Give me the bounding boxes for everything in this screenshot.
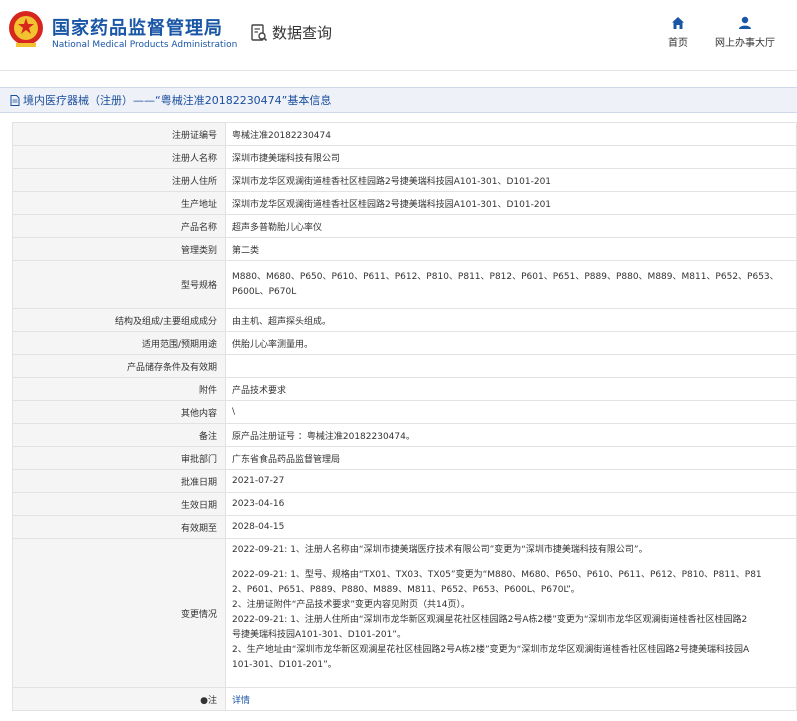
- field-label: 注册证编号: [12, 122, 226, 146]
- table-row: 审批部门 广东省食品药品监督管理局: [12, 446, 797, 470]
- field-value: 2021-07-27: [225, 469, 797, 493]
- field-label: 注册人住所: [12, 168, 226, 192]
- detail-link[interactable]: 详情: [232, 696, 250, 706]
- table-row: 产品名称 超声多普勒胎儿心率仪: [12, 214, 797, 238]
- table-row: 结构及组成/主要组成成分 由主机、超声探头组成。: [12, 308, 797, 332]
- table-row: 注册人名称 深圳市捷美瑞科技有限公司: [12, 145, 797, 169]
- table-row: 备注 原产品注册证号 ：粤械注准20182230474。: [12, 423, 797, 447]
- user-icon: [739, 16, 751, 29]
- nav-online-office[interactable]: 网上办事大厅: [710, 16, 780, 49]
- nav-home[interactable]: 首页: [643, 16, 713, 49]
- gap: [232, 673, 790, 683]
- document-icon: [10, 94, 20, 106]
- change-entry-3a: 2022-09-21: 1、注册人住所由“深圳市龙华新区观澜星花社区桂园路2号A…: [232, 615, 748, 625]
- field-label: 注册人名称: [12, 145, 226, 169]
- models-line-1: M880、M680、P650、P610、P611、P612、P810、P811、…: [232, 271, 779, 282]
- site-header: 国家药品监督管理局 National Medical Products Admi…: [0, 0, 797, 71]
- national-emblem-icon: [9, 11, 43, 47]
- field-value: 供胎儿心率测量用。: [225, 331, 797, 355]
- field-label: 其他内容: [12, 400, 226, 424]
- change-entry-3c: 2、生产地址由“深圳市龙华新区观澜星花社区桂园路2号A栋2楼”变更为“深圳市龙华…: [232, 645, 750, 655]
- field-value: 详情: [225, 687, 797, 711]
- field-label: 型号规格: [12, 260, 226, 309]
- table-row: 生效日期 2023-04-16: [12, 492, 797, 516]
- table-row: 附件 产品技术要求: [12, 377, 797, 401]
- table-row: 适用范围/预期用途 供胎儿心率测量用。: [12, 331, 797, 355]
- field-label: 管理类别: [12, 237, 226, 261]
- field-value: 由主机、超声探头组成。: [225, 308, 797, 332]
- field-value: 深圳市捷美瑞科技有限公司: [225, 145, 797, 169]
- detail-table-wrap: 注册证编号 粤械注准20182230474 注册人名称 深圳市捷美瑞科技有限公司…: [12, 122, 797, 711]
- field-value: M880、M680、P650、P610、P611、P612、P810、P811、…: [225, 260, 797, 309]
- field-value: [225, 354, 797, 378]
- table-row: 注册证编号 粤械注准20182230474: [12, 122, 797, 146]
- data-query-label: 数据查询: [272, 24, 333, 42]
- change-entry-2b: 2、P601、P651、P889、P880、M889、M811、P652、P65…: [232, 585, 580, 595]
- home-icon: [672, 17, 684, 29]
- detail-table: 注册证编号 粤械注准20182230474 注册人名称 深圳市捷美瑞科技有限公司…: [12, 122, 797, 711]
- table-row: 批准日期 2021-07-27: [12, 469, 797, 493]
- data-query-icon: [251, 23, 268, 41]
- field-label: 审批部门: [12, 446, 226, 470]
- table-row: ●注 详情: [12, 687, 797, 711]
- field-value: 2022-09-21: 1、注册人名称由“深圳市捷美瑞医疗技术有限公司”变更为“…: [225, 538, 797, 688]
- field-value: 第二类: [225, 237, 797, 261]
- org-name-en: National Medical Products Administration: [52, 40, 238, 50]
- field-label: 变更情况: [12, 538, 226, 688]
- field-value: 2023-04-16: [225, 492, 797, 516]
- field-value: 2028-04-15: [225, 515, 797, 539]
- spacer: [0, 71, 797, 87]
- change-entry-2c: 2、注册证附件“产品技术要求”变更内容见附页（共14页）。: [232, 600, 471, 610]
- field-value: 粤械注准20182230474: [225, 122, 797, 146]
- table-row: 其他内容 \: [12, 400, 797, 424]
- field-value: 产品技术要求: [225, 377, 797, 401]
- field-label: 生产地址: [12, 191, 226, 215]
- field-label: 结构及组成/主要组成成分: [12, 308, 226, 332]
- change-entry-3b: 号捷美瑞科技园A101-301、D101-201”。: [232, 630, 406, 640]
- change-entry-3d: 101-301、D101-201”。: [232, 660, 337, 670]
- field-label: 产品名称: [12, 214, 226, 238]
- field-value: \: [225, 400, 797, 424]
- models-line-2: P600L、P670L: [232, 286, 297, 297]
- page-title-bar: 境内医疗器械（注册）——“粤械注准20182230474”基本信息: [0, 87, 797, 113]
- org-name-cn: 国家药品监督管理局: [52, 18, 223, 39]
- field-value: 超声多普勒胎儿心率仪: [225, 214, 797, 238]
- field-label: 生效日期: [12, 492, 226, 516]
- field-label: 产品储存条件及有效期: [12, 354, 226, 378]
- field-label: 适用范围/预期用途: [12, 331, 226, 355]
- field-value: 深圳市龙华区观澜街道桂香社区桂园路2号捷美瑞科技园A101-301、D101-2…: [225, 168, 797, 192]
- table-row: 变更情况 2022-09-21: 1、注册人名称由“深圳市捷美瑞医疗技术有限公司…: [12, 538, 797, 688]
- table-row: 注册人住所 深圳市龙华区观澜街道桂香社区桂园路2号捷美瑞科技园A101-301、…: [12, 168, 797, 192]
- field-label: 有效期至: [12, 515, 226, 539]
- table-row: 产品储存条件及有效期: [12, 354, 797, 378]
- table-row: 生产地址 深圳市龙华区观澜街道桂香社区桂园路2号捷美瑞科技园A101-301、D…: [12, 191, 797, 215]
- nav-home-label: 首页: [668, 38, 688, 49]
- field-label: 批准日期: [12, 469, 226, 493]
- table-row: 型号规格 M880、M680、P650、P610、P611、P612、P810、…: [12, 260, 797, 309]
- field-label: ●注: [12, 687, 226, 711]
- nav-online-office-label: 网上办事大厅: [715, 38, 775, 49]
- data-query-link[interactable]: 数据查询: [250, 22, 332, 43]
- field-value: 深圳市龙华区观澜街道桂香社区桂园路2号捷美瑞科技园A101-301、D101-2…: [225, 191, 797, 215]
- field-value: 原产品注册证号 ：粤械注准20182230474。: [225, 423, 797, 447]
- field-label: 附件: [12, 377, 226, 401]
- change-entry-2a: 2022-09-21: 1、型号、规格由“TX01、TX03、TX05”变更为“…: [232, 570, 762, 580]
- gap: [232, 558, 790, 568]
- field-label: 备注: [12, 423, 226, 447]
- field-value: 广东省食品药品监督管理局: [225, 446, 797, 470]
- table-row: 管理类别 第二类: [12, 237, 797, 261]
- table-row: 有效期至 2028-04-15: [12, 515, 797, 539]
- change-entry-1: 2022-09-21: 1、注册人名称由“深圳市捷美瑞医疗技术有限公司”变更为“…: [232, 545, 648, 555]
- page-title: 境内医疗器械（注册）——“粤械注准20182230474”基本信息: [23, 94, 332, 107]
